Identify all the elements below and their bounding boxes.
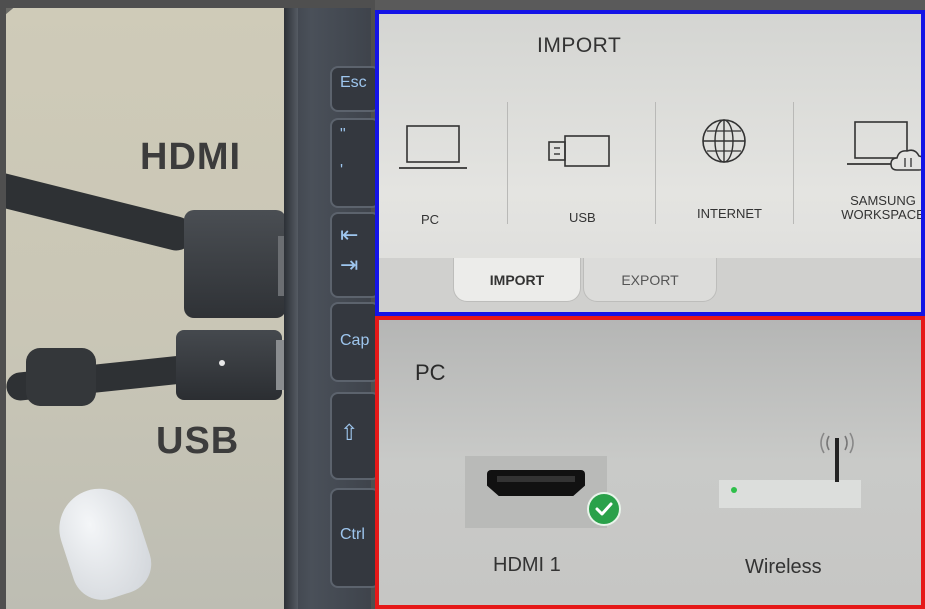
key-shift: ⇧ xyxy=(330,392,380,480)
key-ctrl: Ctrl xyxy=(330,488,380,588)
source-divider xyxy=(655,102,656,224)
usb-cable-ferrite xyxy=(26,348,96,406)
hdmi1-label[interactable]: HDMI 1 xyxy=(493,554,561,577)
wireless-led xyxy=(731,487,737,493)
key-quote-upper: " xyxy=(340,126,346,143)
tab-left-arrow: ⇤ xyxy=(340,222,359,247)
hdmi-plug xyxy=(184,210,286,318)
laptop-side-rail xyxy=(284,8,298,609)
hdmi-cable xyxy=(6,167,197,255)
usb-drive-icon[interactable] xyxy=(545,134,611,168)
check-icon xyxy=(587,492,621,526)
key-tab: ⇤ ⇥ xyxy=(330,212,380,298)
key-caps: Cap xyxy=(330,302,380,382)
wifi-signal-icon xyxy=(820,432,854,454)
source-pc-label[interactable]: PC xyxy=(421,212,439,227)
import-panel: IMPORT PC USB INTERNET SAMSUNG WORKSPACE… xyxy=(375,10,925,316)
tab-export[interactable]: EXPORT xyxy=(583,258,717,302)
source-internet-label[interactable]: INTERNET xyxy=(697,206,762,221)
hdmi-port-inner xyxy=(497,476,575,482)
usb-plug xyxy=(176,330,282,400)
hdmi-port-icon xyxy=(487,470,585,496)
laptop-icon[interactable] xyxy=(399,122,467,174)
tab-import[interactable]: IMPORT xyxy=(453,258,581,302)
background-cable xyxy=(6,8,42,37)
pc-title: PC xyxy=(415,360,446,385)
key-esc: Esc xyxy=(330,66,380,112)
source-usb-label[interactable]: USB xyxy=(569,210,596,225)
tab-right-arrow: ⇥ xyxy=(340,252,359,277)
hdmi-caption: HDMI xyxy=(140,136,242,178)
import-title: IMPORT xyxy=(537,34,622,57)
usb-caption: USB xyxy=(156,420,240,462)
key-quote-lower: ' xyxy=(340,162,344,179)
usb-plug-indicator xyxy=(219,360,225,366)
wireless-router-icon[interactable] xyxy=(719,480,861,508)
wireless-label[interactable]: Wireless xyxy=(745,556,822,579)
cloud-laptop-icon[interactable] xyxy=(847,118,925,174)
pc-panel: PC HDMI 1 Wireless xyxy=(375,316,925,609)
source-samsung-workspace-label[interactable]: SAMSUNG WORKSPACE xyxy=(841,194,921,222)
cable-photo: HDMI USB xyxy=(6,8,371,609)
cable-photo-panel: HDMI USB Esc " ' ⇤ ⇥ Cap ⇧ Ctrl xyxy=(0,0,380,609)
key-quote: " ' xyxy=(330,118,380,208)
source-divider xyxy=(507,102,508,224)
globe-icon[interactable] xyxy=(701,118,747,164)
earbud xyxy=(48,478,160,608)
source-divider xyxy=(793,102,794,224)
